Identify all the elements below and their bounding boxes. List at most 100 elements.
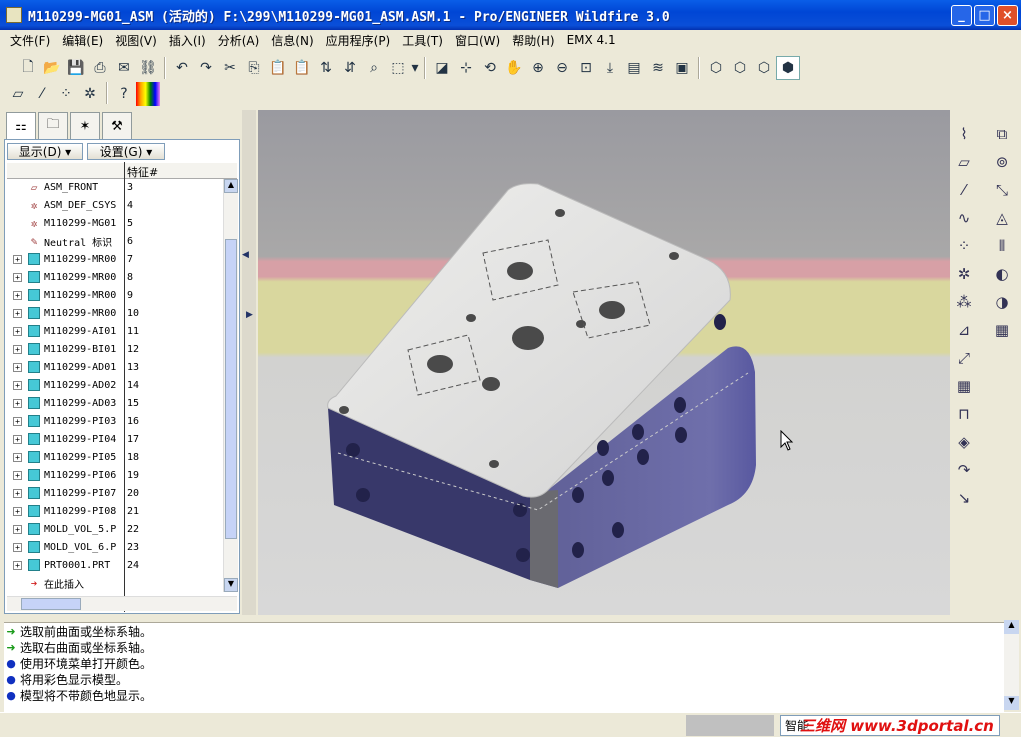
- csys-display-icon[interactable]: ✲: [78, 82, 102, 106]
- send-link-icon[interactable]: ⛓: [136, 56, 160, 80]
- send-mail-icon[interactable]: ✉: [112, 56, 136, 80]
- menu-view[interactable]: 视图(V): [109, 32, 163, 49]
- shading-icon[interactable]: ⬢: [776, 56, 800, 80]
- revolve-tool-icon[interactable]: ⊚: [989, 148, 1015, 176]
- saved-views-icon[interactable]: ▤: [622, 56, 646, 80]
- expand-toggle-icon[interactable]: +: [13, 272, 22, 282]
- merge-tool-icon[interactable]: ◐: [989, 260, 1015, 288]
- redo-icon[interactable]: ↷: [194, 56, 218, 80]
- expand-right-arrow-icon[interactable]: ▶: [246, 310, 253, 320]
- save-icon[interactable]: 💾: [64, 56, 88, 80]
- refit-icon[interactable]: ⊡: [574, 56, 598, 80]
- expand-toggle-icon[interactable]: +: [13, 506, 22, 516]
- tree-row[interactable]: ✎ Neutral 标识 6: [7, 232, 223, 250]
- expand-toggle-icon[interactable]: +: [13, 398, 22, 408]
- menu-tools[interactable]: 工具(T): [396, 32, 449, 49]
- print-icon[interactable]: ⎙: [88, 56, 112, 80]
- scroll-thumb[interactable]: [225, 239, 237, 539]
- tree-row[interactable]: + M110299-AD02 14: [7, 376, 223, 394]
- expand-toggle-icon[interactable]: +: [13, 290, 22, 300]
- datum-curve-icon[interactable]: ∿: [951, 204, 977, 232]
- cut-icon[interactable]: ✂: [218, 56, 242, 80]
- create-component-icon[interactable]: ▦: [951, 372, 977, 400]
- tree-row[interactable]: ▱ ASM_FRONT 3: [7, 178, 223, 196]
- tree-row[interactable]: ➔ 在此插入: [7, 574, 223, 592]
- menu-applications[interactable]: 应用程序(P): [320, 32, 397, 49]
- settings-dropdown[interactable]: 设置(G) ▾: [87, 143, 165, 160]
- tree-row[interactable]: + M110299-MR00- 10: [7, 304, 223, 322]
- scroll-down-arrow-icon[interactable]: ▼: [224, 578, 238, 592]
- expand-toggle-icon[interactable]: +: [13, 326, 22, 336]
- view-manager-icon[interactable]: ▣: [670, 56, 694, 80]
- analysis-feature-icon[interactable]: ⁂: [951, 288, 977, 316]
- spin-center-icon[interactable]: ⊹: [454, 56, 478, 80]
- menu-insert[interactable]: 插入(I): [163, 32, 212, 49]
- hidden-line-icon[interactable]: ⬡: [728, 56, 752, 80]
- tree-row[interactable]: + M110299-AI01 11: [7, 322, 223, 340]
- column-divider[interactable]: [124, 162, 125, 612]
- tree-row[interactable]: + MOLD_VOL_5.P 22: [7, 520, 223, 538]
- message-scrollbar[interactable]: ▲ ▼: [1004, 620, 1019, 710]
- hscroll-thumb[interactable]: [21, 598, 81, 610]
- menu-edit[interactable]: 编辑(E): [56, 32, 109, 49]
- expand-toggle-icon[interactable]: +: [13, 344, 22, 354]
- show-dropdown[interactable]: 显示(D) ▾: [7, 143, 83, 160]
- model-tree-tab-icon[interactable]: ⚏: [6, 112, 36, 140]
- sketch-tool-icon[interactable]: ⊿: [951, 316, 977, 344]
- find-binoculars-icon[interactable]: ⌕: [362, 56, 386, 80]
- datum-points-display-icon[interactable]: ⁘: [54, 82, 78, 106]
- paste-icon[interactable]: 📋: [266, 56, 290, 80]
- tree-row[interactable]: + M110299-PI07 20: [7, 484, 223, 502]
- round-tool-icon[interactable]: ↷: [951, 456, 977, 484]
- new-file-icon[interactable]: 🗋: [16, 56, 40, 80]
- regenerate-icon[interactable]: ⇅: [314, 56, 338, 80]
- menu-file[interactable]: 文件(F): [4, 32, 56, 49]
- expand-toggle-icon[interactable]: +: [13, 452, 22, 462]
- expand-toggle-icon[interactable]: +: [13, 488, 22, 498]
- expand-toggle-icon[interactable]: +: [13, 524, 22, 534]
- menu-info[interactable]: 信息(N): [265, 32, 319, 49]
- trim-tool-icon[interactable]: ◑: [989, 288, 1015, 316]
- hole-tool-icon[interactable]: ⧉: [989, 120, 1015, 148]
- copy-icon[interactable]: ⎘: [242, 56, 266, 80]
- expand-toggle-icon[interactable]: +: [13, 380, 22, 390]
- expand-toggle-icon[interactable]: +: [13, 434, 22, 444]
- tree-row[interactable]: ✲ ASM_DEF_CSYS 4: [7, 196, 223, 214]
- scroll-up-arrow-icon[interactable]: ▲: [1004, 620, 1019, 634]
- paste-special-icon[interactable]: 📋: [290, 56, 314, 80]
- panel-sash[interactable]: ◀ ▶: [242, 110, 256, 615]
- tree-row[interactable]: + M110299-AD01 13: [7, 358, 223, 376]
- selection-dropdown-icon[interactable]: ▾: [410, 56, 420, 80]
- sweep-tool-icon[interactable]: ⤡: [989, 176, 1015, 204]
- close-button[interactable]: ×: [997, 5, 1018, 26]
- tree-row[interactable]: ✲ M110299-MG01 5: [7, 214, 223, 232]
- expand-toggle-icon[interactable]: +: [13, 470, 22, 480]
- datum-axes-display-icon[interactable]: ⁄: [30, 82, 54, 106]
- menu-help[interactable]: 帮助(H): [506, 32, 560, 49]
- folder-browser-tab-icon[interactable]: 🗀: [38, 112, 68, 139]
- tree-row[interactable]: + M110299-PI05 18: [7, 448, 223, 466]
- mold-feature-icon[interactable]: ⊓: [951, 400, 977, 428]
- wireframe-icon[interactable]: ⬡: [704, 56, 728, 80]
- scroll-up-arrow-icon[interactable]: ▲: [224, 179, 238, 193]
- tree-row[interactable]: + M110299-MR00 7: [7, 250, 223, 268]
- tree-row[interactable]: + M110299-BI01 12: [7, 340, 223, 358]
- color-appearance-icon[interactable]: [136, 82, 160, 106]
- selection-box-icon[interactable]: ⬚: [386, 56, 410, 80]
- zoom-in-icon[interactable]: ⊕: [526, 56, 550, 80]
- expand-toggle-icon[interactable]: +: [13, 560, 22, 570]
- favorites-tab-icon[interactable]: ✶: [70, 112, 100, 139]
- datum-plane-create-icon[interactable]: ▱: [951, 148, 977, 176]
- menu-analysis[interactable]: 分析(A): [212, 32, 266, 49]
- datum-point-icon[interactable]: ⁘: [951, 232, 977, 260]
- expand-toggle-icon[interactable]: +: [13, 308, 22, 318]
- expand-toggle-icon[interactable]: +: [13, 416, 22, 426]
- mirror-tool-icon[interactable]: ⫴: [989, 232, 1015, 260]
- maximize-button[interactable]: □: [974, 5, 995, 26]
- context-help-icon[interactable]: ?: [112, 82, 136, 106]
- collapse-left-arrow-icon[interactable]: ◀: [242, 250, 249, 260]
- scroll-down-arrow-icon[interactable]: ▼: [1004, 696, 1019, 710]
- menu-window[interactable]: 窗口(W): [449, 32, 506, 49]
- tree-row[interactable]: + MOLD_VOL_6.P 23: [7, 538, 223, 556]
- layers-icon[interactable]: ≋: [646, 56, 670, 80]
